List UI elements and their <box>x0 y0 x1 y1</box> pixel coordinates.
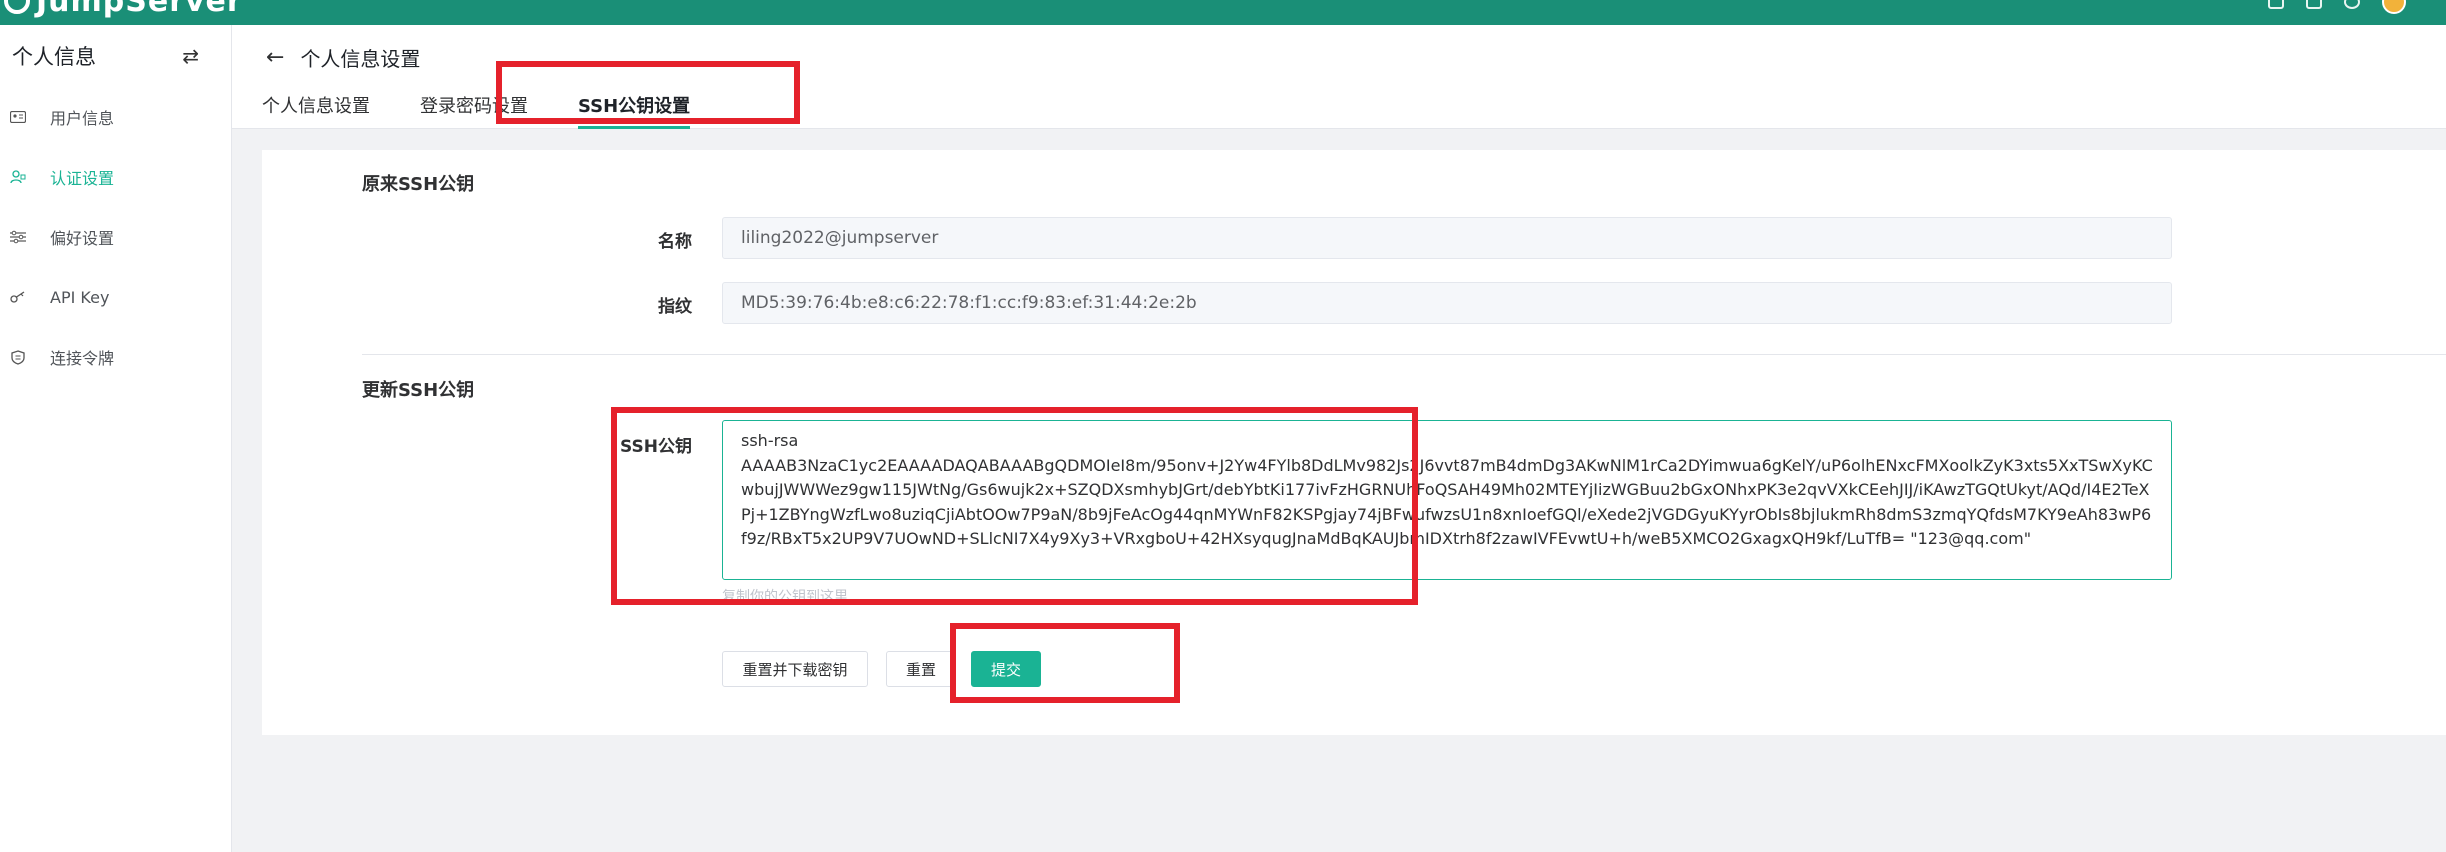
page-title: 个人信息设置 <box>300 46 421 71</box>
fingerprint-label: 指纹 <box>658 297 692 317</box>
sidebar-item-label: 认证设置 <box>50 169 115 188</box>
back-arrow-icon[interactable]: ← <box>266 45 284 70</box>
top-right-tools <box>2268 0 2406 14</box>
sidebar-item-auth-settings[interactable]: 认证设置 <box>0 147 231 207</box>
annotation-box-ssh-tab <box>496 61 800 124</box>
reset-button[interactable]: 重置 <box>886 651 956 687</box>
sidebar-item-label: 偏好设置 <box>50 229 115 248</box>
section-divider <box>362 354 2446 355</box>
top-navbar: JumpServer <box>0 0 2446 25</box>
sidebar-title: 个人信息 <box>12 45 96 69</box>
sidebar: 个人信息 ⇄ 用户信息 认证设置 偏好设置 API Key 连接令牌 <box>0 25 232 852</box>
sidebar-item-connection-token[interactable]: 连接令牌 <box>0 327 231 387</box>
document-icon[interactable] <box>2306 0 2322 9</box>
user-avatar[interactable] <box>2382 0 2406 14</box>
name-field: liling2022@jumpserver <box>722 217 2172 259</box>
reset-and-download-button[interactable]: 重置并下载密钥 <box>722 651 868 687</box>
page-title-row: ← 个人信息设置 <box>266 41 420 73</box>
annotation-box-ssh-key-input <box>611 407 1418 605</box>
sidebar-item-user-info[interactable]: 用户信息 <box>0 87 231 147</box>
key-icon <box>8 289 28 305</box>
sidebar-item-label: API Key <box>50 287 110 307</box>
brand-logo[interactable]: JumpServer <box>4 0 243 19</box>
name-label: 名称 <box>658 232 692 252</box>
monitor-icon[interactable] <box>2268 0 2284 9</box>
sidebar-item-api-key[interactable]: API Key <box>0 267 231 327</box>
help-icon[interactable] <box>2344 0 2360 9</box>
shield-icon <box>8 349 28 365</box>
sidebar-item-preferences[interactable]: 偏好设置 <box>0 207 231 267</box>
original-key-section-title: 原来SSH公钥 <box>362 174 475 195</box>
sidebar-header: 个人信息 ⇄ <box>0 25 231 87</box>
tab-personal-info[interactable]: 个人信息设置 <box>262 89 370 129</box>
id-card-icon <box>8 109 28 125</box>
swap-icon[interactable]: ⇄ <box>182 44 199 68</box>
update-key-section-title: 更新SSH公钥 <box>362 380 475 401</box>
brand-name: JumpServer <box>36 0 243 19</box>
user-lock-icon <box>8 169 28 185</box>
sidebar-item-label: 用户信息 <box>50 109 115 128</box>
annotation-box-submit <box>950 623 1180 703</box>
logo-mark-icon <box>4 0 30 14</box>
sidebar-item-label: 连接令牌 <box>50 349 115 368</box>
fingerprint-field: MD5:39:76:4b:e8:c6:22:78:f1:cc:f9:83:ef:… <box>722 282 2172 324</box>
sliders-icon <box>8 229 28 245</box>
